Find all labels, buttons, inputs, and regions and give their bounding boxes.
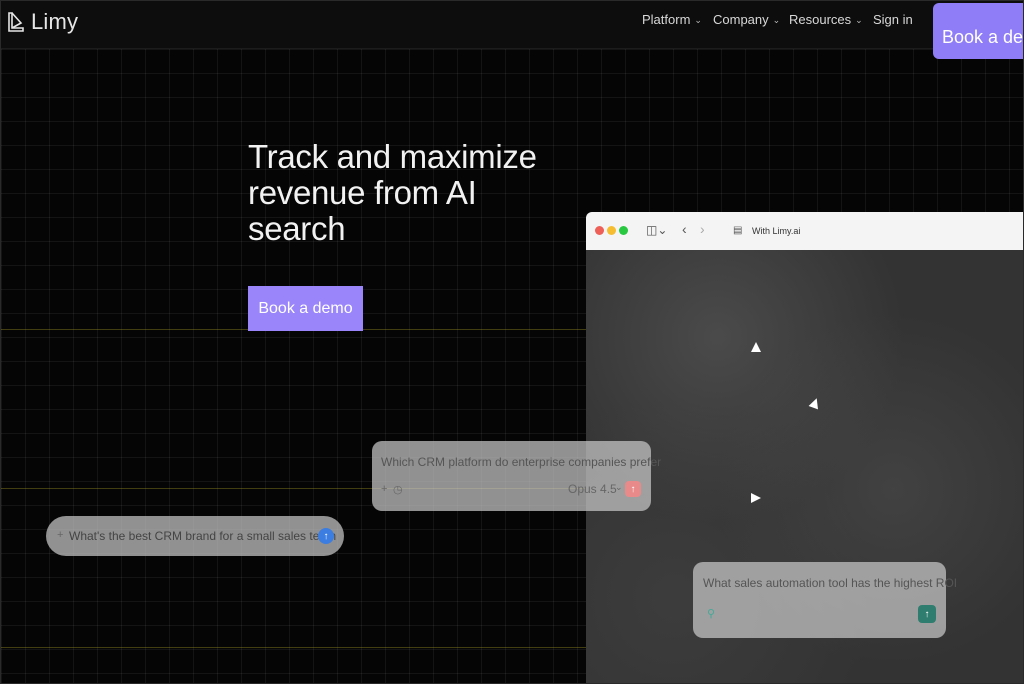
send-arrow-icon[interactable]: ↑ <box>318 528 334 544</box>
nav-item-platform[interactable]: Platform ⌄ <box>642 12 702 27</box>
nav-item-resources[interactable]: Resources ⌄ <box>789 12 863 27</box>
sign-in-link[interactable]: Sign in <box>873 12 913 27</box>
nav-item-label: Platform <box>642 12 691 27</box>
cursor-icon <box>751 493 761 503</box>
close-dot-icon <box>595 226 604 235</box>
minimize-dot-icon <box>607 226 616 235</box>
prompt-text: What's the best CRM brand for a small sa… <box>69 529 337 543</box>
nav-item-label: Company <box>713 12 769 27</box>
address-bar: With Limy.ai <box>752 226 801 236</box>
prompt-card: + What's the best CRM brand for a small … <box>46 516 344 556</box>
sign-in-label: Sign in <box>873 12 913 27</box>
browser-toolbar: ◫⌄ ‹ › ▤ With Limy.ai <box>586 212 1023 250</box>
plus-icon[interactable]: + <box>381 483 387 495</box>
top-nav: Limy Platform ⌄ Company ⌄ Resources ⌄ Si… <box>1 1 1023 49</box>
chevron-down-icon: ⌄ <box>772 15 781 25</box>
send-arrow-icon[interactable]: ↑ <box>918 605 936 623</box>
forward-icon: › <box>700 221 705 237</box>
logo-text: Limy <box>31 9 79 34</box>
prompt-text: What sales automation tool has the highe… <box>703 576 958 590</box>
chevron-down-icon: ⌄ <box>694 15 702 25</box>
logo[interactable]: Limy <box>7 9 78 35</box>
nav-item-label: Resources <box>789 12 852 27</box>
cursor-icon <box>751 342 761 352</box>
plus-icon[interactable]: + <box>57 529 63 541</box>
page-icon: ▤ <box>733 225 743 236</box>
hero-title: Track and maximize revenue from AI searc… <box>248 138 537 247</box>
send-arrow-icon[interactable]: ↑ <box>625 481 641 497</box>
search-icon[interactable]: ⚲ <box>707 607 715 620</box>
back-icon: ‹ <box>682 221 687 237</box>
logo-icon <box>8 12 24 32</box>
nav-item-company[interactable]: Company ⌄ <box>713 12 780 27</box>
nav-book-demo-button[interactable]: Book a demo <box>933 3 1023 59</box>
prompt-card: Which CRM platform do enterprise compani… <box>372 441 661 511</box>
prompt-text: Which CRM platform do enterprise compani… <box>381 455 662 469</box>
sidebar-toggle-icon: ◫⌄ <box>646 223 668 237</box>
chevron-down-icon: ⌄ <box>615 482 623 492</box>
chevron-down-icon: ⌄ <box>855 15 863 25</box>
clock-icon[interactable]: ◷ <box>393 483 403 496</box>
model-selector[interactable]: Opus 4.5 <box>568 482 617 496</box>
page: Limy Platform ⌄ Company ⌄ Resources ⌄ Si… <box>0 0 1024 684</box>
cursor-icon <box>808 396 822 410</box>
prompt-card: What sales automation tool has the highe… <box>693 562 957 638</box>
hero-book-demo-button[interactable]: Book a demo <box>248 286 363 331</box>
maximize-dot-icon <box>619 226 628 235</box>
